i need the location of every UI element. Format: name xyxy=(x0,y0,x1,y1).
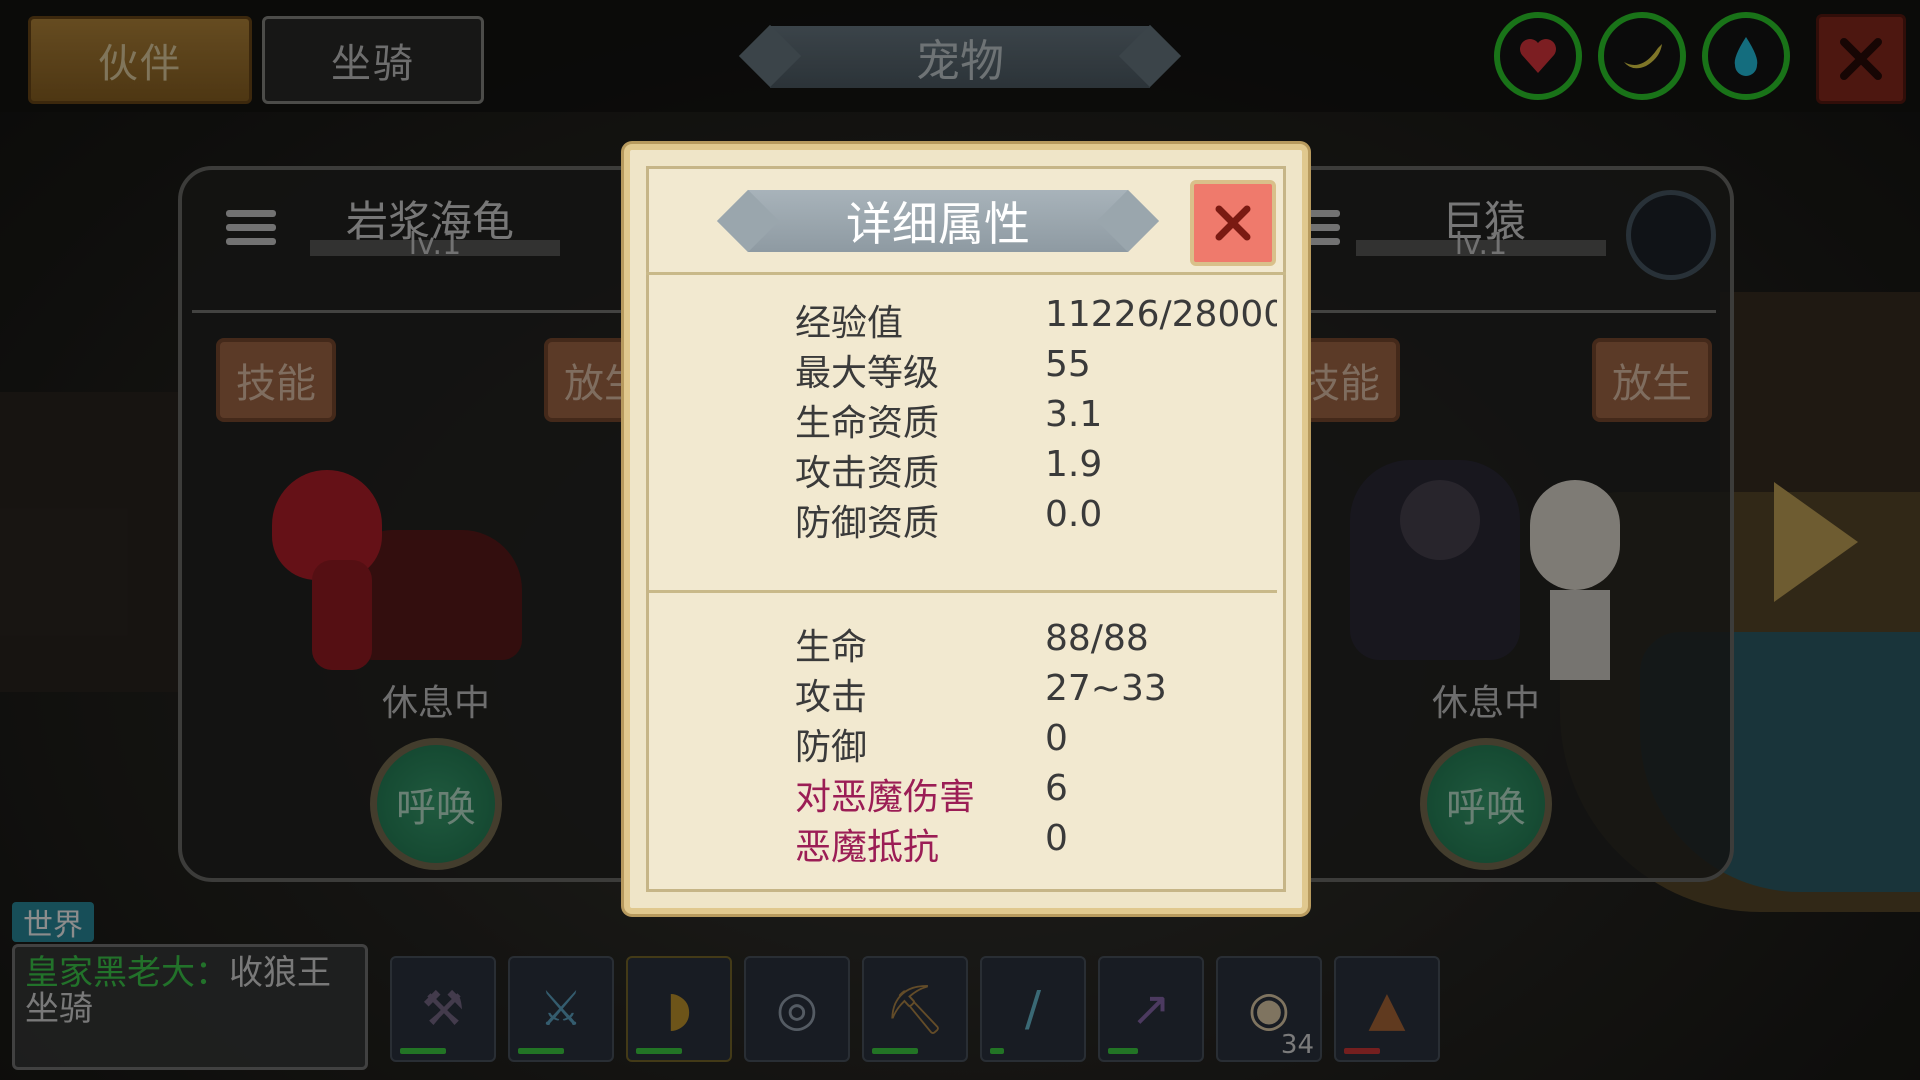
next-page-arrow-icon[interactable] xyxy=(1774,482,1858,602)
card-divider xyxy=(1240,310,1716,313)
stat-value: 0 xyxy=(1045,818,1068,859)
hotbar-slot[interactable]: ◗ xyxy=(626,956,732,1062)
chat-sender: 皇家黑老大： xyxy=(25,953,229,993)
pet-level: lv.1 xyxy=(1356,230,1606,260)
stat-row: 防御资质 0.0 xyxy=(649,494,1277,544)
pet-model-lava-turtle xyxy=(252,470,532,690)
bag-icon: ◗ xyxy=(666,981,692,1037)
pet-model-giant-ape xyxy=(1290,440,1690,700)
tab-partner[interactable]: 伙伴 xyxy=(28,16,252,104)
stat-label: 对恶魔伤害 xyxy=(795,777,976,818)
hotbar-slot[interactable]: ◉ 34 xyxy=(1216,956,1322,1062)
stat-row: 恶魔抵抗 0 xyxy=(649,818,1277,866)
stat-row: 防御 0 xyxy=(649,718,1277,768)
stat-row: 对恶魔伤害 6 xyxy=(649,768,1277,818)
release-button[interactable]: 放生 xyxy=(1592,338,1712,422)
axe-icon: ⚒ xyxy=(421,981,465,1037)
hotbar-slot[interactable]: ⚒ xyxy=(390,956,496,1062)
dumpling-icon: ◉ xyxy=(1248,981,1290,1037)
divider xyxy=(649,590,1277,593)
stat-label: 最大等级 xyxy=(795,353,940,394)
hotbar: ⚒ ⚔ ◗ ◎ ⛏ / ↗ ◉ 34 ▲ xyxy=(390,956,1440,1062)
club-icon: ▲ xyxy=(1368,981,1406,1037)
pet-level: lv.1 xyxy=(310,230,560,260)
detail-attributes-dialog: 详细属性 经验值 11226/28000 最大等级 55 生命资质 3.1 攻击资质 1… xyxy=(624,144,1308,914)
stat-label: 生命 xyxy=(795,627,868,668)
dialog-title: 详细属性 xyxy=(748,190,1128,252)
water-drop-icon[interactable] xyxy=(1702,12,1790,100)
stat-row: 攻击资质 1.9 xyxy=(649,444,1277,494)
stat-label: 经验值 xyxy=(795,303,904,344)
heart-icon[interactable] xyxy=(1494,12,1582,100)
stat-label: 防御 xyxy=(795,727,868,768)
hotbar-slot[interactable]: ⚔ xyxy=(508,956,614,1062)
spear-icon: ↗ xyxy=(1130,981,1172,1037)
stat-row: 生命资质 3.1 xyxy=(649,394,1277,444)
summon-button[interactable]: 呼唤 xyxy=(1420,738,1552,870)
hotbar-slot[interactable]: ▲ xyxy=(1334,956,1440,1062)
stat-label: 攻击资质 xyxy=(795,453,940,494)
stat-value: 11226/28000 xyxy=(1045,294,1277,335)
stat-label: 恶魔抵抗 xyxy=(795,827,940,866)
stat-label: 防御资质 xyxy=(795,503,940,544)
stat-value: 0.0 xyxy=(1045,494,1103,535)
attributes-scroll-area[interactable]: 经验值 11226/28000 最大等级 55 生命资质 3.1 攻击资质 1.9 防御… xyxy=(649,270,1277,866)
staff-icon: / xyxy=(1024,981,1042,1037)
gear-icon[interactable] xyxy=(1626,190,1716,280)
battle-axe-icon: ⚔ xyxy=(539,981,583,1037)
stat-value: 6 xyxy=(1045,768,1068,809)
stat-label: 攻击 xyxy=(795,677,868,718)
pet-status: 休息中 xyxy=(382,683,491,724)
stat-value: 27~33 xyxy=(1045,668,1167,709)
stat-label: 生命资质 xyxy=(795,403,940,444)
close-icon[interactable] xyxy=(1190,180,1276,266)
close-icon[interactable] xyxy=(1816,14,1906,104)
chat-box[interactable]: 皇家黑老大：收狼王坐骑 xyxy=(12,944,368,1070)
hotbar-slot[interactable]: / xyxy=(980,956,1086,1062)
banana-icon[interactable] xyxy=(1598,12,1686,100)
stat-row: 最大等级 55 xyxy=(649,344,1277,394)
stat-row: 攻击 27~33 xyxy=(649,668,1277,718)
item-count: 34 xyxy=(1280,1030,1314,1060)
page-title: 宠物 xyxy=(770,26,1150,88)
chat-channel-tag[interactable]: 世界 xyxy=(12,902,94,943)
stat-row: 经验值 11226/28000 xyxy=(649,294,1277,344)
stat-value: 3.1 xyxy=(1045,394,1103,435)
top-bar: 伙伴 坐骑 宠物 xyxy=(0,0,1920,112)
list-icon[interactable] xyxy=(226,210,276,252)
pet-status: 休息中 xyxy=(1432,683,1541,724)
pickaxe-icon: ⛏ xyxy=(884,981,946,1038)
stat-value: 55 xyxy=(1045,344,1091,385)
skill-button[interactable]: 技能 xyxy=(216,338,336,422)
stat-row: 生命 88/88 xyxy=(649,618,1277,668)
stat-value: 88/88 xyxy=(1045,618,1149,659)
summon-button[interactable]: 呼唤 xyxy=(370,738,502,870)
stat-value: 0 xyxy=(1045,718,1068,759)
tab-mount[interactable]: 坐骑 xyxy=(262,16,484,104)
hotbar-slot[interactable]: ◎ xyxy=(744,956,850,1062)
hotbar-slot[interactable]: ⛏ xyxy=(862,956,968,1062)
stat-value: 1.9 xyxy=(1045,444,1103,485)
disc-icon: ◎ xyxy=(776,981,818,1037)
hotbar-slot[interactable]: ↗ xyxy=(1098,956,1204,1062)
